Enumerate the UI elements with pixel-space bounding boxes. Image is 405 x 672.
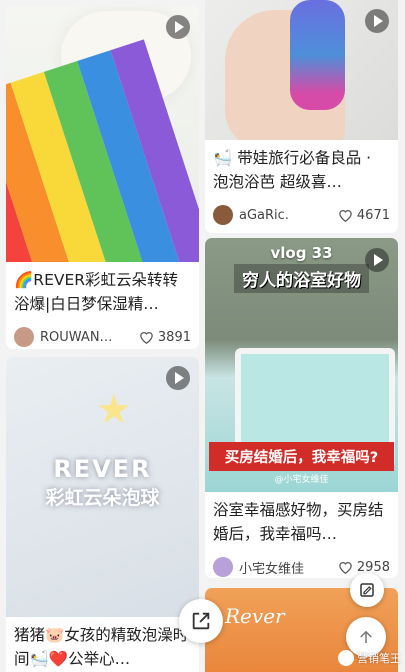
feed-card[interactable]: 🛀 带娃旅行必备良品 · 泡泡浴芭 超级喜… aGaRic. 4671 [205, 0, 398, 233]
card-title[interactable]: 猪猪🐷女孩的精致泡澡时间🛀❤️公举心… [6, 617, 199, 672]
brand-logo-icon [338, 650, 354, 666]
cover-overlay-subtitle: 彩虹云朵泡球 [45, 487, 160, 509]
share-icon [192, 612, 210, 630]
avatar[interactable] [14, 327, 34, 347]
card-cover-image[interactable]: vlog 33 穷人的浴室好物 买房结婚后，我幸福吗? @小宅女维佳 [205, 238, 398, 492]
cover-logo-text: Rever [225, 604, 285, 628]
card-meta: ROUWAN… 3891 [6, 320, 199, 349]
card-title[interactable]: 浴室幸福感好物，买房结婚后，我幸福吗… [205, 492, 398, 550]
like-count: 4671 [356, 207, 390, 223]
like-count: 2958 [356, 559, 390, 575]
cover-headline-text: 穷人的浴室好物 [234, 264, 369, 293]
play-icon [365, 9, 389, 33]
watermark-brand: 营销笔王 [338, 650, 401, 666]
edit-button[interactable] [350, 573, 384, 607]
share-button[interactable] [179, 599, 223, 643]
feed-card[interactable]: ★ REVER 彩虹云朵泡球 猪猪🐷女孩的精致泡澡时间🛀❤️公举心… [6, 357, 199, 672]
bath-bomb-shape [290, 0, 345, 110]
star-shape: ★ [96, 387, 132, 433]
card-cover-image[interactable]: ★ REVER 彩虹云朵泡球 [6, 357, 199, 617]
author-name[interactable]: aGaRic. [239, 208, 338, 223]
card-title[interactable]: 🌈REVER彩虹云朵转转浴爆|白日梦保湿精… [6, 262, 199, 320]
heart-icon[interactable] [338, 560, 353, 574]
heart-icon[interactable] [139, 330, 154, 344]
brand-label: 营销笔王 [357, 652, 401, 665]
play-icon [166, 366, 190, 390]
play-icon [166, 15, 190, 39]
cover-caption: 买房结婚后，我幸福吗? [209, 442, 394, 471]
avatar[interactable] [213, 205, 233, 225]
edit-icon [360, 583, 374, 597]
play-icon [365, 248, 389, 272]
card-title[interactable]: 🛀 带娃旅行必备良品 · 泡泡浴芭 超级喜… [205, 140, 398, 198]
card-meta: aGaRic. 4671 [205, 198, 398, 232]
like-count: 3891 [157, 329, 191, 345]
avatar[interactable] [213, 557, 233, 577]
cover-watermark: @小宅女维佳 [274, 475, 329, 485]
cover-overlay-title: REVER [53, 455, 152, 483]
heart-icon[interactable] [338, 208, 353, 222]
card-cover-image[interactable] [6, 6, 199, 262]
feed-card[interactable]: 🌈REVER彩虹云朵转转浴爆|白日梦保湿精… ROUWAN… 3891 [6, 6, 199, 349]
author-name[interactable]: 小宅女维佳 [239, 558, 338, 577]
arrow-up-icon [360, 630, 372, 643]
feed-card[interactable]: vlog 33 穷人的浴室好物 买房结婚后，我幸福吗? @小宅女维佳 浴室幸福感… [205, 238, 398, 578]
author-name[interactable]: ROUWAN… [40, 330, 139, 345]
card-cover-image[interactable] [205, 0, 398, 140]
